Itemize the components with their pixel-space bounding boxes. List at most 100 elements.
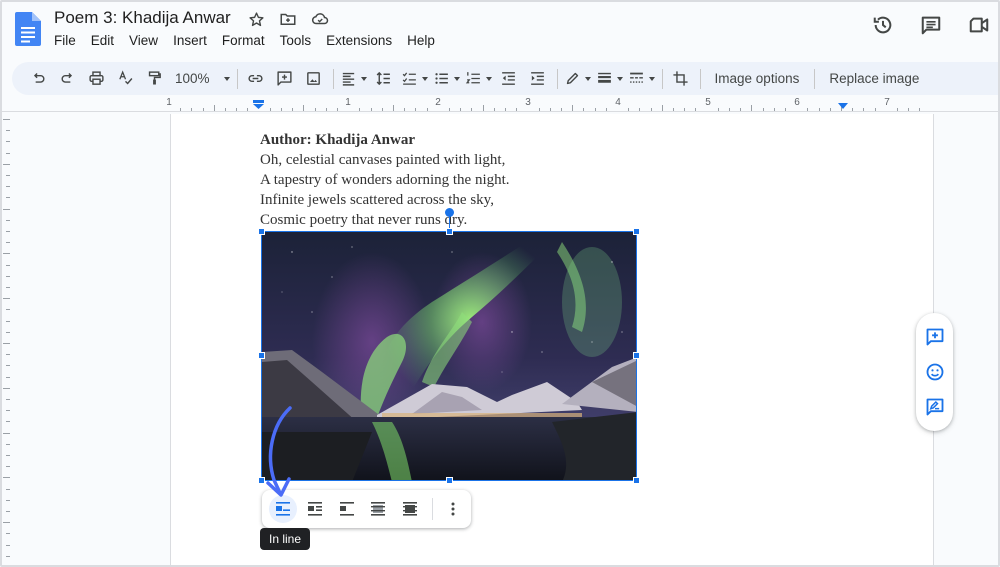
numbered-list-button[interactable]	[465, 66, 492, 92]
zoom-select[interactable]: 100%	[171, 66, 230, 92]
ruler-tick	[225, 108, 226, 111]
menu-edit[interactable]: Edit	[91, 33, 114, 48]
ruler-tick	[471, 108, 473, 111]
align-button[interactable]	[340, 66, 367, 92]
border-dash-button[interactable]	[628, 66, 655, 92]
checklist-button[interactable]	[401, 66, 428, 92]
line-spacing-button[interactable]	[372, 66, 396, 92]
increase-indent-button[interactable]	[526, 66, 550, 92]
ruler-tick	[6, 376, 10, 378]
document-title[interactable]: Poem 3: Khadija Anwar	[54, 8, 231, 28]
ruler-tick	[6, 455, 10, 456]
menu-insert[interactable]: Insert	[173, 33, 207, 48]
add-comment-icon[interactable]	[924, 326, 946, 348]
right-indent-marker[interactable]	[838, 103, 848, 110]
ruler-tick	[449, 108, 450, 111]
wrap-text-button[interactable]	[301, 495, 329, 523]
menu-help[interactable]: Help	[407, 33, 435, 48]
poem-line: A tapestry of wonders adorning the night…	[260, 172, 510, 188]
menu-view[interactable]: View	[129, 33, 158, 48]
toolbar-divider	[699, 68, 701, 89]
insert-link-button[interactable]	[244, 66, 268, 92]
aurora-image[interactable]	[261, 231, 637, 481]
border-color-button[interactable]	[564, 66, 591, 92]
ruler-label: 6	[794, 97, 800, 108]
in-front-of-text-icon	[403, 502, 418, 516]
border-weight-button[interactable]	[596, 66, 623, 92]
ruler-tick	[482, 105, 484, 111]
emoji-reaction-icon[interactable]	[924, 361, 946, 383]
version-history-icon[interactable]	[872, 14, 894, 36]
side-action-panel	[916, 313, 953, 431]
in-front-of-text-button[interactable]	[396, 495, 424, 523]
resize-handle-bottom[interactable]	[446, 477, 453, 484]
star-icon[interactable]	[246, 9, 266, 29]
ruler-label: 2	[435, 97, 441, 108]
add-comment-button[interactable]	[273, 66, 297, 92]
menu-extensions[interactable]: Extensions	[326, 33, 392, 48]
crop-image-button[interactable]	[669, 66, 693, 92]
bulleted-list-button[interactable]	[433, 66, 460, 92]
horizontal-ruler[interactable]: 1 1 2 3 4 5 6 7	[0, 97, 1000, 113]
vertical-ruler[interactable]	[0, 114, 10, 567]
rotate-handle[interactable]	[445, 208, 454, 217]
resize-handle-left[interactable]	[258, 352, 265, 359]
resize-handle-top-right[interactable]	[633, 228, 640, 235]
ruler-tick	[785, 108, 786, 111]
toolbar-divider	[236, 68, 238, 89]
ruler-tick	[773, 108, 775, 111]
ruler-tick	[695, 108, 697, 111]
ruler-tick	[6, 511, 10, 512]
replace-image-button[interactable]: Replace image	[821, 66, 927, 92]
meet-video-icon[interactable]	[968, 14, 990, 36]
behind-text-button[interactable]	[364, 495, 392, 523]
break-text-button[interactable]	[333, 495, 361, 523]
image-options-button[interactable]: Image options	[707, 66, 808, 92]
ruler-tick	[314, 108, 316, 111]
resize-handle-top[interactable]	[446, 228, 453, 235]
ruler-tick	[269, 108, 271, 111]
menu-format[interactable]: Format	[222, 33, 265, 48]
document-body[interactable]: Author: Khadija Anwar Oh, celestial canv…	[260, 130, 510, 230]
ruler-tick	[561, 108, 562, 111]
ruler-tick	[426, 108, 428, 111]
spellcheck-button[interactable]	[113, 66, 137, 92]
move-folder-icon[interactable]	[278, 9, 298, 29]
ruler-tick	[6, 231, 10, 232]
paint-format-button[interactable]	[142, 66, 166, 92]
print-button[interactable]	[84, 66, 108, 92]
suggest-edits-icon[interactable]	[924, 396, 946, 418]
decrease-indent-button[interactable]	[497, 66, 521, 92]
ruler-tick	[6, 365, 10, 367]
menu-file[interactable]: File	[54, 33, 76, 48]
chevron-down-icon	[616, 76, 623, 81]
insert-image-button[interactable]	[302, 66, 326, 92]
ruler-tick	[549, 108, 551, 111]
ruler-tick	[829, 108, 831, 111]
undo-button[interactable]	[26, 66, 50, 92]
menu-tools[interactable]: Tools	[280, 33, 312, 48]
ruler-tick	[3, 387, 10, 389]
resize-handle-bottom-right[interactable]	[633, 477, 640, 484]
resize-handle-top-left[interactable]	[258, 228, 265, 235]
ruler-tick	[359, 108, 361, 111]
ruler-tick	[6, 197, 10, 199]
docs-logo-icon[interactable]	[15, 12, 41, 46]
more-options-button[interactable]	[439, 495, 467, 523]
poem-line: Infinite jewels scattered across the sky…	[260, 192, 494, 208]
ruler-tick	[6, 399, 10, 400]
comments-icon[interactable]	[920, 14, 942, 36]
ruler-tick	[919, 108, 921, 111]
ruler-tick	[3, 119, 10, 120]
ruler-tick	[303, 105, 305, 111]
redo-button[interactable]	[55, 66, 79, 92]
ruler-tick	[729, 108, 730, 111]
ruler-tick	[538, 108, 540, 111]
resize-handle-right[interactable]	[633, 352, 640, 359]
ruler-tick	[740, 108, 742, 111]
toolbar-divider	[814, 68, 816, 89]
ruler-tick	[650, 108, 652, 111]
poem-line: Cosmic poetry that never runs dry.	[260, 212, 468, 228]
left-indent-marker[interactable]	[253, 100, 264, 110]
cloud-saved-icon[interactable]	[310, 9, 330, 29]
